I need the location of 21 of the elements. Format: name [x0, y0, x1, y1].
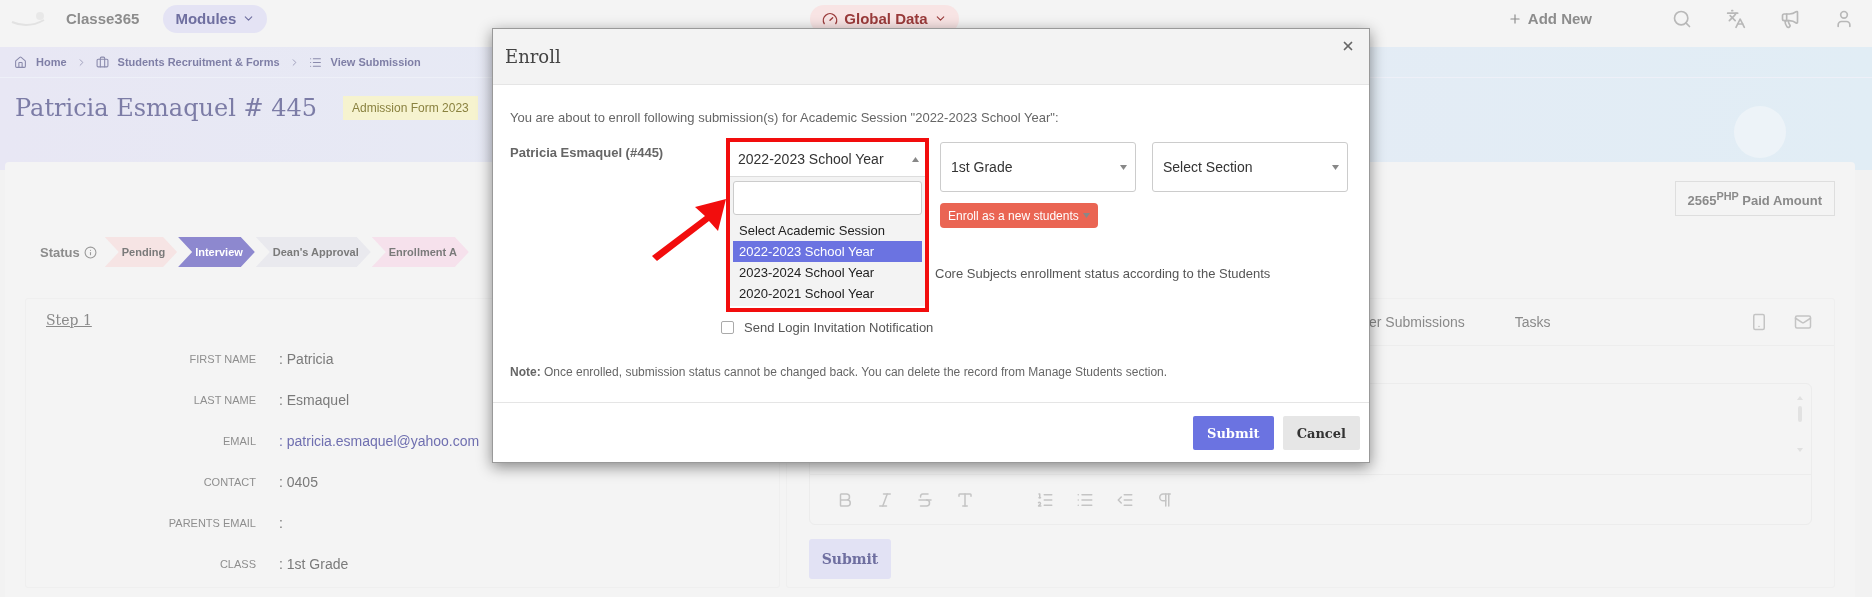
student-name: Patricia Esmaquel (#445): [510, 144, 665, 162]
checkbox-label: Send Login Invitation Notification: [744, 320, 934, 335]
form-badge: Admission Form 2023: [343, 96, 478, 120]
field-label: EMAIL: [222, 434, 256, 449]
field-value: : 0405: [279, 474, 319, 490]
field-value: :: [279, 515, 284, 531]
field-value: : Esmaquel: [279, 392, 351, 408]
field-value: : 1st Grade: [279, 556, 350, 572]
page-title: Patricia Esmaquel # 445: [15, 94, 317, 122]
field-label: LAST NAME: [192, 393, 256, 408]
field-label: CONTACT: [202, 475, 256, 490]
dialog-title: Enroll: [505, 46, 561, 67]
brand-name: Classe365: [66, 10, 140, 27]
field-label: FIRST NAME: [188, 352, 256, 367]
field-value: : Patricia: [279, 351, 335, 367]
note-text: Note: Once enrolled, submission status cannot be changed back. You can delete the record from Manage Students section.: [510, 364, 1169, 380]
field-label: PARENTS EMAIL: [167, 516, 256, 531]
field-label: CLASS: [218, 557, 256, 572]
status-label: Status: [40, 244, 80, 260]
option-text: Core Subjects enrollment status according to the Students: [935, 266, 1272, 282]
intro-text: You are about to enroll following submission(s) for Academic Session "2022-2023 School Year":: [510, 109, 1060, 127]
